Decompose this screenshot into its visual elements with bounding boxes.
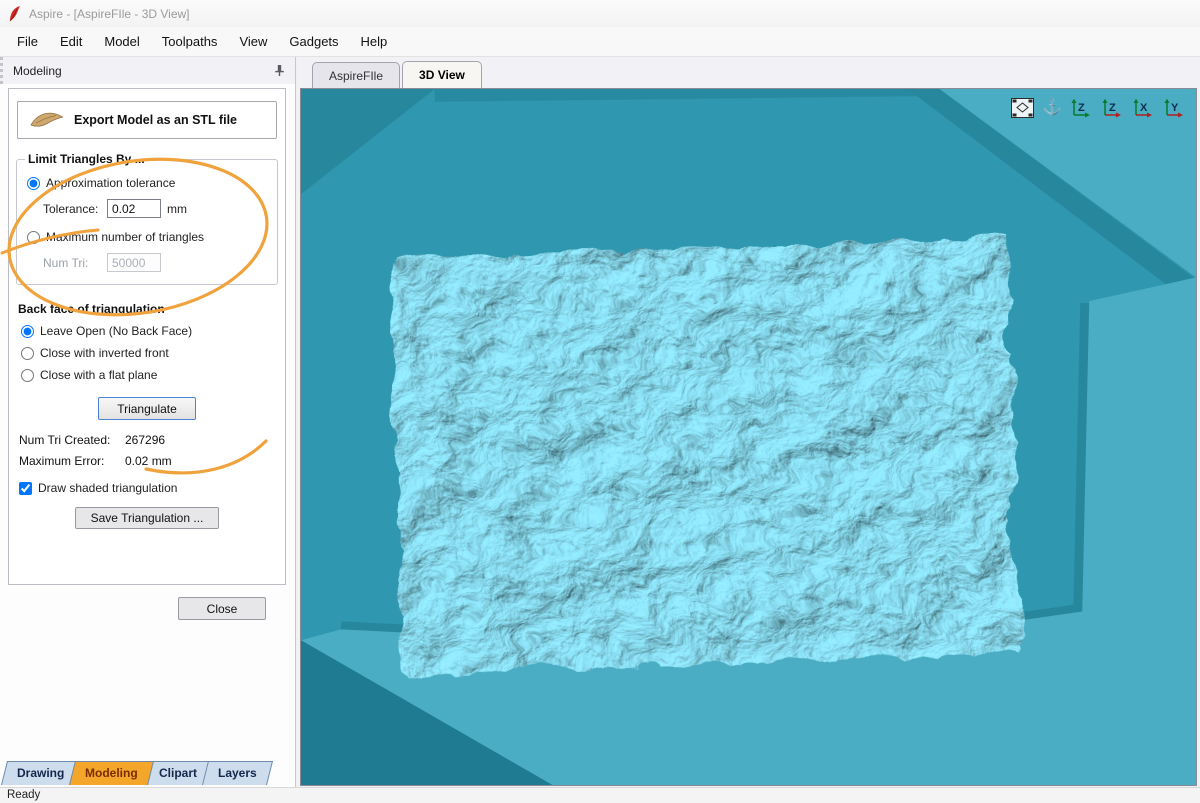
tab-layers[interactable]: Layers <box>202 761 273 785</box>
svg-text:Z: Z <box>1109 102 1116 114</box>
limit-triangles-group: Limit Triangles By ... Approximation tol… <box>16 152 278 285</box>
tolerance-label: Tolerance: <box>43 201 99 216</box>
stl-export-icon <box>30 112 64 127</box>
svg-text:X: X <box>1140 102 1148 114</box>
tab-aspirefile[interactable]: AspireFIle <box>312 62 401 88</box>
radio-approximation-tolerance-label: Approximation tolerance <box>46 176 176 190</box>
menu-file[interactable]: File <box>6 29 49 54</box>
fit-view-icon[interactable] <box>1010 97 1035 119</box>
radio-leave-open[interactable]: Leave Open (No Back Face) <box>21 324 285 338</box>
menu-model[interactable]: Model <box>93 29 150 54</box>
backface-title: Back face of triangulation <box>18 302 165 316</box>
view-y-icon[interactable]: Y <box>1162 98 1186 118</box>
menu-toolpaths[interactable]: Toolpaths <box>151 29 229 54</box>
radio-max-triangles[interactable]: Maximum number of triangles <box>27 230 269 244</box>
export-stl-button[interactable]: Export Model as an STL file <box>17 101 277 139</box>
menu-help[interactable]: Help <box>350 29 399 54</box>
max-error-label: Maximum Error: <box>19 454 105 468</box>
draw-shaded-checkbox-row[interactable]: Draw shaded triangulation <box>19 481 285 495</box>
radio-max-triangles-input[interactable] <box>27 230 40 244</box>
radio-close-flat[interactable]: Close with a flat plane <box>21 368 285 382</box>
num-tri-label: Num Tri: <box>43 255 89 270</box>
radio-close-flat-input[interactable] <box>21 368 34 382</box>
radio-approximation-tolerance[interactable]: Approximation tolerance <box>27 176 269 190</box>
num-tri-created-row: Num Tri Created: 267296 <box>19 433 285 447</box>
draw-shaded-checkbox[interactable] <box>19 481 32 495</box>
aspire-logo-icon <box>9 6 20 22</box>
svg-text:Z: Z <box>1078 102 1085 114</box>
close-button[interactable]: Close <box>178 597 266 620</box>
radio-leave-open-input[interactable] <box>21 324 34 338</box>
menu-edit[interactable]: Edit <box>49 29 93 54</box>
pan-anchor-icon[interactable]: ⚓ <box>1042 100 1062 116</box>
num-tri-input[interactable] <box>107 253 161 272</box>
num-tri-created-label: Num Tri Created: <box>19 433 111 447</box>
menu-view[interactable]: View <box>228 29 278 54</box>
panel-title: Modeling <box>13 63 62 78</box>
modeling-panel: Modeling Export Model as an STL file Lim… <box>0 57 296 787</box>
tolerance-unit: mm <box>167 201 187 216</box>
num-tri-row: Num Tri: <box>43 253 269 272</box>
radio-leave-open-label: Leave Open (No Back Face) <box>40 324 193 338</box>
limit-triangles-title: Limit Triangles By ... <box>28 152 145 166</box>
radio-max-triangles-label: Maximum number of triangles <box>46 230 205 244</box>
view-toolbar: ⚓ Z Z X Y <box>1010 97 1186 119</box>
radio-approximation-tolerance-input[interactable] <box>27 176 40 190</box>
titlebar: Aspire - [AspireFIle - 3D View] <box>0 0 1200 27</box>
panel-header: Modeling <box>0 57 295 84</box>
tolerance-row: Tolerance: mm <box>43 199 269 218</box>
draw-shaded-label: Draw shaded triangulation <box>38 481 178 495</box>
bottom-tab-strip: Drawing Modeling Clipart Layers <box>1 761 273 785</box>
viewport-3d[interactable]: ⚓ Z Z X Y <box>300 88 1197 786</box>
stl-export-form: Export Model as an STL file Limit Triang… <box>8 88 286 585</box>
view-tab-strip: AspireFIle 3D View <box>297 57 1200 88</box>
pin-icon[interactable] <box>273 64 286 77</box>
menubar: File Edit Model Toolpaths View Gadgets H… <box>0 27 1200 57</box>
num-tri-created-value: 267296 <box>125 433 166 447</box>
save-triangulation-button[interactable]: Save Triangulation ... <box>75 507 219 529</box>
triangulate-button[interactable]: Triangulate <box>98 397 196 420</box>
view-z-iso-icon[interactable]: Z <box>1069 98 1093 118</box>
menu-gadgets[interactable]: Gadgets <box>278 29 349 54</box>
tab-modeling[interactable]: Modeling <box>69 761 155 785</box>
tolerance-input[interactable] <box>107 199 161 218</box>
window-title: Aspire - [AspireFIle - 3D View] <box>29 6 190 21</box>
view-x-icon[interactable]: X <box>1131 98 1155 118</box>
tab-drawing[interactable]: Drawing <box>1 761 81 785</box>
radio-close-inverted[interactable]: Close with inverted front <box>21 346 285 360</box>
export-stl-label: Export Model as an STL file <box>74 113 237 127</box>
radio-close-flat-label: Close with a flat plane <box>40 368 158 382</box>
tab-3d-view[interactable]: 3D View <box>402 61 482 88</box>
terrain-model[interactable] <box>382 231 1016 669</box>
radio-close-inverted-input[interactable] <box>21 346 34 360</box>
view-z-icon[interactable]: Z <box>1100 98 1124 118</box>
status-text: Ready <box>7 789 41 801</box>
max-error-row: Maximum Error: 0.02 mm <box>19 454 285 468</box>
svg-text:Y: Y <box>1171 102 1179 114</box>
statusbar: Ready <box>0 787 1200 803</box>
max-error-value: 0.02 mm <box>125 454 172 468</box>
radio-close-inverted-label: Close with inverted front <box>40 346 169 360</box>
3d-scene[interactable] <box>301 89 1196 785</box>
app-window: Aspire - [AspireFIle - 3D View] File Edi… <box>0 0 1200 803</box>
main-view-area: AspireFIle 3D View ⚓ Z Z X Y <box>297 57 1200 787</box>
